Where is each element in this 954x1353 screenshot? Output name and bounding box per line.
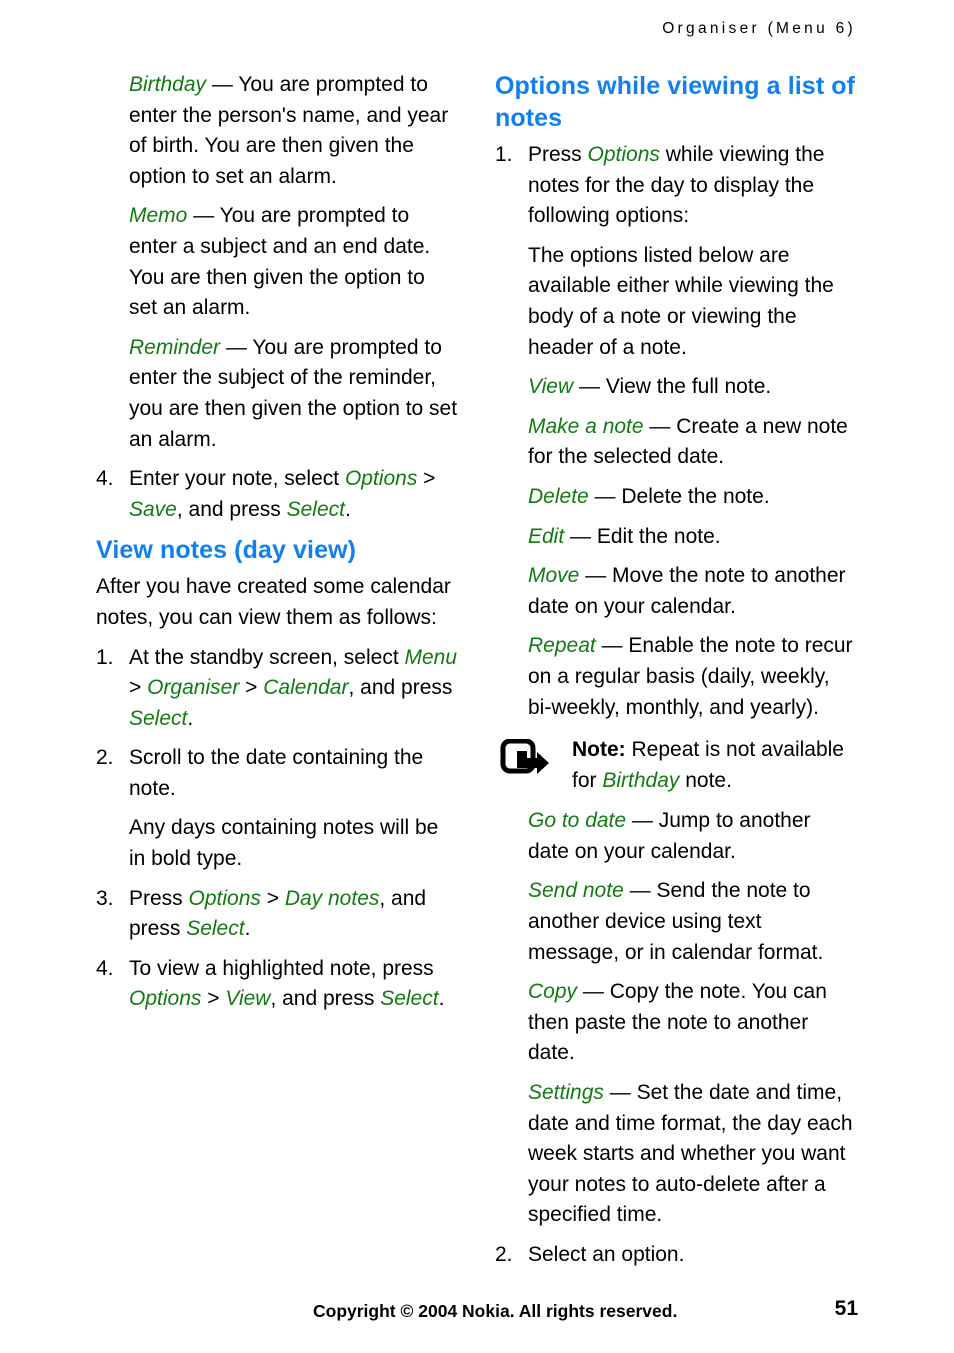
step-4b-t1: To view a highlighted note, press — [129, 956, 434, 980]
list-item-step-4a: 4. Enter your note, select Options > Save… — [96, 464, 458, 525]
note-type-reminder: Reminder — You are prompted to enter the… — [129, 333, 458, 455]
step-4b-e3: Select — [380, 987, 439, 1011]
step-1-t3: > — [239, 676, 264, 700]
heading-options-while-viewing: Options while viewing a list of notes — [495, 72, 856, 132]
option-make-a-note: Make a note — Create a new note for the … — [528, 412, 857, 473]
term-copy: Copy — [528, 980, 578, 1004]
right-column: Options while viewing a list of notes 1.… — [495, 70, 857, 1280]
list-item-step-2: 2. Select an option. — [495, 1240, 857, 1271]
step-3-t2: > — [260, 886, 285, 910]
step-4a-e3: Select — [286, 497, 345, 521]
heading-view-notes: View notes (day view) — [96, 536, 357, 565]
note-type-memo: Memo — You are prompted to enter a subje… — [129, 201, 458, 323]
term-make-a-note: Make a note — [528, 414, 644, 438]
list-marker: 1. — [96, 645, 114, 669]
option-delete: Delete — Delete the note. — [528, 482, 857, 513]
list-marker: 2. — [495, 1243, 513, 1266]
step-4a-t1: Enter your note, select — [129, 467, 345, 491]
right-steps-group-b: 2. Select an option. — [495, 1240, 857, 1271]
view-notes-intro: After you have created some calendar not… — [96, 575, 451, 629]
term-repeat: Repeat — [528, 634, 596, 658]
copyright-text: Copyright © 2004 Nokia. All rights reser… — [313, 1301, 678, 1321]
term-view: View — [528, 375, 574, 399]
option-move: Move — Move the note to another date on … — [528, 561, 857, 622]
page-number: 51 — [834, 1297, 858, 1320]
option-edit: Edit — Edit the note. — [528, 522, 857, 553]
step-1-t1: At the standby screen, select — [129, 645, 405, 669]
list-item-step-2: 2. Scroll to the date containing the note… — [96, 743, 458, 804]
options-availability-note: The options listed below are available e… — [528, 243, 834, 359]
option-repeat: Repeat — Enable the note to recur on a r… — [528, 631, 857, 723]
option-settings: Settings — Set the date and time, date a… — [528, 1078, 857, 1231]
step-4a-t3: , and press — [176, 497, 287, 521]
term-reminder: Reminder — [129, 335, 221, 359]
step-3-t1: Press — [129, 886, 189, 910]
running-head: Organiser (Menu 6) — [662, 20, 856, 37]
note-e1: Birthday — [602, 768, 680, 792]
term-delete-body: — Delete the note. — [594, 484, 770, 508]
step-4a-t4: . — [344, 497, 351, 521]
list-item-step-4b: 4. To view a highlighted note, press Opti… — [96, 954, 458, 1015]
step-4b-t2: > — [201, 987, 226, 1011]
term-view-body: — View the full note. — [578, 375, 772, 399]
term-move: Move — [528, 564, 580, 588]
step-4b-e1: Options — [129, 987, 202, 1011]
left-steps-group-a: 4. Enter your note, select Options > Save… — [96, 464, 458, 525]
step-1-e3: Calendar — [263, 676, 349, 700]
term-edit-body: — Edit the note. — [570, 524, 721, 548]
option-view: View — View the full note. — [528, 372, 857, 403]
note-type-birthday: Birthday — You are prompted to enter the… — [129, 70, 458, 192]
step-4b-t3: , and press — [270, 987, 381, 1011]
step-1-t5: . — [187, 706, 194, 730]
option-send-note: Send note — Send the note to another dev… — [528, 876, 857, 968]
step-4b-t4: . — [438, 987, 445, 1011]
step-3-e1: Options — [188, 886, 261, 910]
note-label: Note: — [572, 738, 626, 762]
term-settings: Settings — [528, 1081, 604, 1105]
page-footer: Copyright © 2004 Nokia. All rights reser… — [0, 1283, 954, 1353]
step-3-e3: Select — [186, 917, 245, 941]
step-1-e2: Organiser — [147, 676, 240, 700]
list-marker: 4. — [96, 956, 114, 980]
note-arrow-icon — [500, 738, 554, 779]
list-marker: 2. — [96, 746, 114, 770]
right-steps-group-a: 1. Press Options while viewing the notes … — [495, 140, 857, 232]
step-3-t4: . — [244, 917, 251, 941]
term-delete: Delete — [528, 484, 589, 508]
bold-type-note: Any days containing notes will be in bol… — [129, 816, 439, 871]
rstep-2-t1: Select an option. — [528, 1243, 685, 1266]
term-birthday: Birthday — [129, 73, 207, 96]
step-4a-e1: Options — [344, 467, 418, 491]
step-4a-t2: > — [417, 467, 436, 491]
list-item-step-1: 1. At the standby screen, select Menu > O… — [96, 643, 458, 735]
note-callout: Note: Repeat is not available for Birthd… — [495, 735, 857, 796]
list-item-step-1: 1. Press Options while viewing the notes … — [495, 140, 857, 232]
option-copy: Copy — Copy the note. You can then paste… — [528, 977, 857, 1069]
note-callout-text: Note: Repeat is not available for Birthd… — [572, 735, 857, 796]
step-3-e2: Day notes — [284, 886, 380, 910]
left-column: Birthday — You are prompted to enter the… — [96, 70, 458, 1024]
left-steps-group-b: 1. At the standby screen, select Menu > O… — [96, 643, 458, 805]
term-send-note: Send note — [528, 879, 624, 903]
list-marker: 3. — [96, 886, 114, 910]
left-steps-group-c: 3. Press Options > Day notes , and press S… — [96, 884, 458, 1015]
option-go-to-date: Go to date — Jump to another date on you… — [528, 806, 857, 867]
rstep-1-e1: Options — [587, 143, 660, 166]
step-4a-e2: Save — [129, 497, 177, 521]
term-memo: Memo — [129, 204, 188, 228]
term-go-to-date: Go to date — [528, 809, 627, 833]
rstep-1-t1: Press — [528, 143, 588, 166]
manual-page: Organiser (Menu 6) Birthday — You are pr… — [0, 0, 954, 1353]
step-1-t4: , and press — [348, 676, 453, 700]
term-edit: Edit — [528, 524, 565, 548]
list-marker: 4. — [96, 467, 114, 491]
note-t2: note. — [679, 768, 732, 792]
step-1-t2: > — [129, 676, 148, 700]
list-item-step-3: 3. Press Options > Day notes, and press S… — [96, 884, 458, 945]
list-marker: 1. — [495, 143, 513, 166]
step-4b-e2: View — [225, 987, 271, 1011]
step-1-e4: Select — [129, 706, 188, 730]
step-2-t1: Scroll to the date containing the note. — [129, 746, 424, 800]
step-1-e1: Menu — [404, 645, 458, 669]
